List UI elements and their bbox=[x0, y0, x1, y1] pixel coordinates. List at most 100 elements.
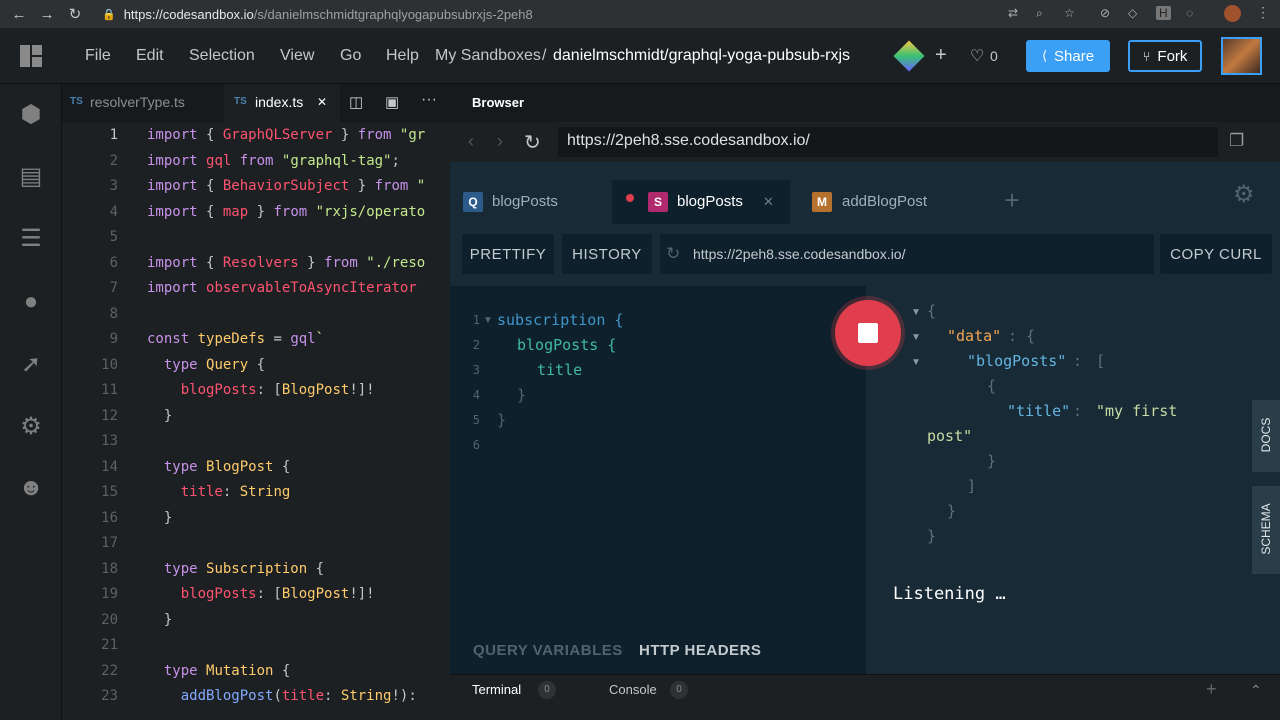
reload-icon[interactable]: ↻ bbox=[524, 130, 541, 155]
prettify-button[interactable]: PRETTIFY bbox=[462, 234, 554, 274]
query-line: } bbox=[497, 411, 507, 429]
plus-icon[interactable]: + bbox=[935, 44, 947, 67]
ts-badge: TS bbox=[234, 96, 247, 107]
fold-arrow-icon[interactable]: ▼ bbox=[911, 307, 921, 318]
result-line: { bbox=[927, 302, 937, 320]
breadcrumb-parent[interactable]: My Sandboxes bbox=[435, 47, 541, 65]
cube-icon[interactable]: ⬢ bbox=[17, 100, 45, 128]
query-variables-tab[interactable]: QUERY VARIABLES bbox=[473, 642, 623, 659]
user-avatar[interactable] bbox=[1221, 37, 1262, 75]
chrome-menu-icon[interactable]: ⋮ bbox=[1256, 4, 1270, 21]
stop-subscription-button[interactable] bbox=[835, 300, 901, 366]
settings-gear-icon[interactable]: ⚙ bbox=[1233, 180, 1255, 209]
result-key: "blogPosts" bbox=[967, 352, 1067, 370]
back-icon[interactable]: ← bbox=[5, 6, 33, 23]
console-count: 0 bbox=[670, 681, 688, 699]
pocket-icon[interactable]: ◇ bbox=[1128, 6, 1137, 20]
terminal-tab[interactable]: Terminal bbox=[472, 682, 521, 697]
browser-url-input[interactable]: https://2peh8.sse.codesandbox.io/ bbox=[558, 127, 1218, 157]
close-icon[interactable]: ✕ bbox=[317, 95, 327, 109]
playground-tab-subscription[interactable]: S blogPosts ✕ bbox=[612, 180, 790, 224]
console-tab[interactable]: Console bbox=[609, 682, 657, 697]
extension-icon[interactable]: ⊘ bbox=[1100, 6, 1110, 20]
result-punct: : bbox=[1073, 352, 1092, 370]
endpoint-text: https://2peh8.sse.codesandbox.io/ bbox=[693, 246, 906, 262]
history-button[interactable]: HISTORY bbox=[562, 234, 652, 274]
tab-index[interactable]: TS index.ts ✕ bbox=[224, 84, 340, 122]
menu-edit[interactable]: Edit bbox=[136, 47, 164, 65]
playground-tab-mutation[interactable]: M addBlogPost bbox=[802, 180, 976, 224]
rocket-icon[interactable]: ➚ bbox=[17, 350, 45, 378]
endpoint-input[interactable]: ↻ https://2peh8.sse.codesandbox.io/ bbox=[660, 234, 1154, 274]
forward-icon[interactable]: › bbox=[497, 131, 503, 152]
http-headers-tab[interactable]: HTTP HEADERS bbox=[639, 642, 761, 659]
menu-view[interactable]: View bbox=[280, 47, 314, 65]
code-line: import { map } from "rxjs/operato bbox=[147, 204, 426, 220]
fold-arrow-icon[interactable]: ▼ bbox=[911, 332, 921, 343]
line-number: 14 bbox=[101, 459, 118, 475]
zoom-icon[interactable]: ⌕ bbox=[1036, 6, 1043, 21]
menu-selection[interactable]: Selection bbox=[189, 47, 255, 65]
tab-resolvertype[interactable]: TS resolverType.ts bbox=[62, 84, 217, 122]
extension-h-icon[interactable]: H bbox=[1156, 6, 1171, 20]
heart-icon[interactable]: ♡ bbox=[970, 46, 984, 66]
collapse-icon[interactable]: ⌃ bbox=[1250, 682, 1262, 699]
extension-blank-icon[interactable]: ◌ bbox=[1186, 6, 1193, 20]
add-panel-icon[interactable]: + bbox=[1206, 679, 1217, 700]
code-line: } bbox=[147, 408, 173, 424]
line-number: 18 bbox=[101, 561, 118, 577]
result-line: } bbox=[927, 527, 937, 545]
translate-icon[interactable]: ⇄ bbox=[1008, 6, 1018, 20]
line-number: 9 bbox=[109, 331, 118, 347]
browser-tab-title[interactable]: Browser bbox=[472, 95, 524, 110]
line-number: 8 bbox=[109, 306, 118, 322]
result-punct: : { bbox=[1008, 327, 1036, 345]
bookmark-star-icon[interactable]: ☆ bbox=[1064, 6, 1075, 20]
file-icon[interactable]: ▤ bbox=[17, 162, 45, 190]
split-view-icon[interactable]: ◫ bbox=[349, 93, 363, 111]
forward-icon[interactable]: → bbox=[33, 6, 61, 23]
menu-go[interactable]: Go bbox=[340, 47, 361, 65]
fold-arrow-icon[interactable]: ▼ bbox=[911, 357, 921, 368]
server-icon[interactable]: ☰ bbox=[17, 224, 45, 252]
code-line: import { Resolvers } from "./reso bbox=[147, 255, 426, 271]
fold-arrow-icon[interactable]: ▼ bbox=[483, 315, 493, 326]
close-icon[interactable]: ✕ bbox=[763, 194, 774, 210]
query-editor[interactable] bbox=[450, 286, 866, 626]
back-icon[interactable]: ‹ bbox=[468, 131, 474, 152]
address-bar[interactable]: 🔒 https://codesandbox.io/s/danielmschmid… bbox=[102, 3, 1252, 25]
share-button[interactable]: ⟨ Share bbox=[1026, 40, 1110, 72]
fork-label: Fork bbox=[1157, 47, 1188, 65]
preview-icon[interactable]: ▣ bbox=[385, 93, 399, 111]
result-line: } bbox=[987, 452, 997, 470]
copy-curl-button[interactable]: COPY CURL bbox=[1160, 234, 1272, 274]
breadcrumb-current[interactable]: danielmschmidt/graphql-yoga-pubsub-rxjs bbox=[553, 47, 850, 65]
line-number: 1 bbox=[109, 127, 118, 143]
fork-button[interactable]: ⑂ Fork bbox=[1128, 40, 1202, 72]
add-tab-button[interactable]: + bbox=[988, 180, 1036, 224]
menu-help[interactable]: Help bbox=[386, 47, 419, 65]
code-line: import observableToAsyncIterator bbox=[147, 280, 417, 296]
schema-tab[interactable]: SCHEMA bbox=[1252, 486, 1280, 574]
line-number: 16 bbox=[101, 510, 118, 526]
live-users-icon[interactable]: ☻ bbox=[17, 474, 45, 502]
codesandbox-logo-icon[interactable] bbox=[20, 45, 42, 67]
menu-file[interactable]: File bbox=[85, 47, 111, 65]
result-key: "title" bbox=[1007, 402, 1071, 420]
playground-tab-query[interactable]: Q blogPosts bbox=[458, 180, 604, 224]
open-new-window-icon[interactable]: ❐ bbox=[1229, 131, 1244, 151]
lock-icon: 🔒 bbox=[102, 8, 116, 21]
docs-tab[interactable]: DOCS bbox=[1252, 400, 1280, 472]
github-icon[interactable]: ● bbox=[17, 288, 45, 316]
profile-avatar[interactable] bbox=[1224, 5, 1241, 22]
line-number: 6 bbox=[109, 255, 118, 271]
stop-icon bbox=[858, 323, 878, 343]
tab-label: index.ts bbox=[255, 94, 304, 110]
code-line: } bbox=[147, 612, 173, 628]
more-icon[interactable]: ··· bbox=[421, 91, 437, 109]
reload-schema-icon[interactable]: ↻ bbox=[666, 244, 680, 264]
line-number: 3 bbox=[109, 178, 118, 194]
active-dot-icon bbox=[626, 194, 634, 202]
gear-icon[interactable]: ⚙ bbox=[17, 412, 45, 440]
reload-icon[interactable]: ↻ bbox=[61, 5, 89, 23]
